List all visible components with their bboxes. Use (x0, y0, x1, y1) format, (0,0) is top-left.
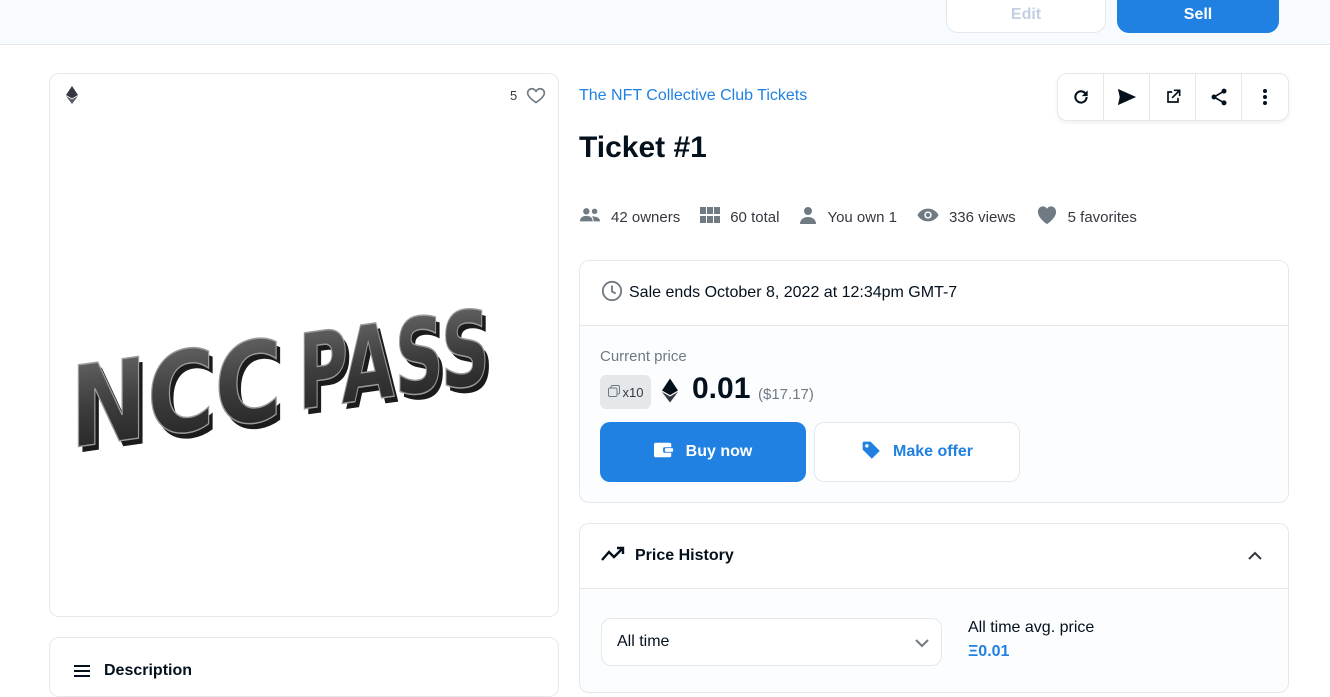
make-offer-label: Make offer (892, 443, 974, 460)
trending-icon (601, 546, 625, 567)
asset-image-card: 5 NCC NCC PASS PASS (49, 73, 559, 617)
ethereum-icon (66, 86, 78, 109)
buy-now-label: Buy now (685, 443, 753, 460)
ethereum-icon (662, 378, 678, 408)
chevron-up-icon[interactable] (1248, 548, 1262, 566)
nft-artwork[interactable]: NCC NCC PASS PASS (68, 285, 498, 480)
total-stat: 60 total (700, 207, 779, 227)
avg-price-value: Ξ0.01 (968, 643, 1010, 660)
menu-lines-icon (74, 664, 90, 682)
send-icon[interactable] (1104, 74, 1150, 120)
asset-title: Ticket #1 (579, 131, 707, 164)
total-label: 60 total (730, 208, 780, 226)
sell-button[interactable]: Sell (1117, 0, 1279, 33)
chevron-down-icon (915, 635, 929, 653)
quantity-label: x10 (622, 384, 644, 400)
people-icon (579, 207, 601, 227)
price-history-header[interactable]: Price History (580, 524, 1288, 589)
price-history-card: Price History All time All time avg. pri… (579, 523, 1289, 693)
svg-text:NCC: NCC (70, 314, 282, 456)
description-card[interactable]: Description (49, 637, 559, 697)
top-bar: Edit Sell (0, 0, 1330, 45)
sale-header: Sale ends October 8, 2022 at 12:34pm GMT… (580, 261, 1288, 326)
favorites-label: 5 favorites (1067, 208, 1137, 226)
price-value: 0.01 (692, 372, 751, 405)
share-icon[interactable] (1196, 74, 1242, 120)
copies-icon (607, 384, 620, 400)
person-icon (799, 206, 817, 228)
owners-stat[interactable]: 42 owners (579, 207, 680, 227)
avg-price-label: All time avg. price (968, 619, 1095, 636)
asset-toolbar (1057, 73, 1289, 121)
views-stat: 336 views (917, 207, 1016, 227)
price-usd: ($17.17) (758, 386, 814, 403)
external-link-icon[interactable] (1150, 74, 1196, 120)
wallet-icon (653, 441, 674, 464)
favorites-count: 5 (510, 88, 518, 103)
refresh-icon[interactable] (1058, 74, 1104, 120)
eye-icon (917, 207, 939, 227)
period-select[interactable]: All time (601, 618, 942, 666)
owners-label: 42 owners (611, 208, 681, 226)
sale-card: Sale ends October 8, 2022 at 12:34pm GMT… (579, 260, 1289, 503)
make-offer-button[interactable]: Make offer (814, 422, 1020, 482)
heart-outline-icon[interactable] (526, 85, 546, 110)
description-title: Description (104, 662, 193, 679)
price-history-title: Price History (635, 547, 734, 564)
more-vertical-icon[interactable] (1242, 74, 1288, 120)
views-label: 336 views (948, 208, 1016, 226)
you-own-stat: You own 1 (799, 206, 897, 228)
favorites-stat: 5 favorites (1036, 205, 1137, 229)
quantity-badge: x10 (600, 375, 651, 409)
buy-now-button[interactable]: Buy now (600, 422, 806, 482)
asset-stats: 42 owners 60 total You own 1 336 views 5… (579, 205, 1137, 229)
you-own-label: You own 1 (827, 208, 897, 226)
sale-ends-text: Sale ends October 8, 2022 at 12:34pm GMT… (629, 284, 958, 301)
current-price-label: Current price (600, 348, 687, 365)
tag-icon (861, 440, 881, 465)
grid-icon (700, 207, 721, 227)
period-value: All time (617, 633, 670, 650)
collection-link[interactable]: The NFT Collective Club Tickets (579, 87, 807, 105)
edit-button[interactable]: Edit (946, 0, 1106, 33)
clock-icon (601, 280, 623, 307)
heart-icon (1036, 205, 1058, 229)
